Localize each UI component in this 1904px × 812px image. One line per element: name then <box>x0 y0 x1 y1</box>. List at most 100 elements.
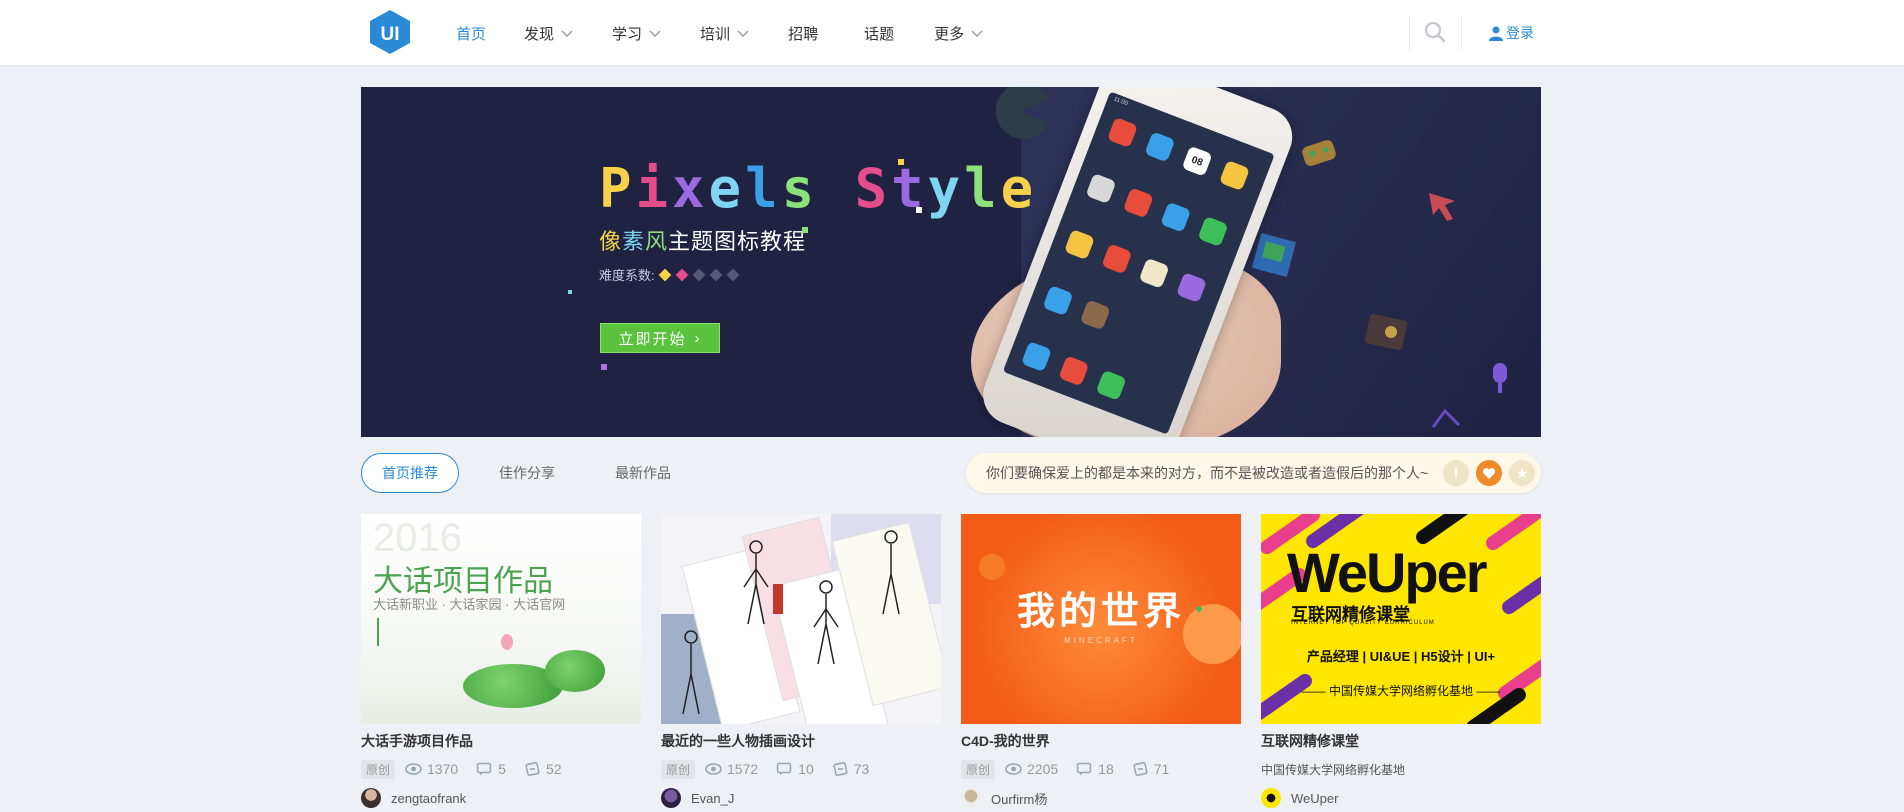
figure-sketches <box>682 530 900 715</box>
like-icon <box>1133 762 1148 776</box>
tab-recommended[interactable]: 首页推荐 <box>361 453 459 493</box>
search-icon[interactable] <box>1423 20 1447 44</box>
work-title[interactable]: 大话手游项目作品 <box>361 731 641 751</box>
like-icon <box>833 762 848 776</box>
thumb-topics: 产品经理 | UI&UE | H5设计 | UI+ <box>1306 649 1496 664</box>
cursor-arrow-icon <box>1429 193 1455 221</box>
work-author[interactable]: zengtaofrank <box>361 788 641 808</box>
work-author[interactable]: Ourfirm杨 <box>961 788 1241 808</box>
subtitle-char: 风 <box>645 229 669 254</box>
work-title[interactable]: C4D-我的世界 <box>961 731 1241 751</box>
game-icon <box>1063 229 1095 261</box>
dial-icon <box>1020 341 1052 373</box>
title-letter: s <box>781 157 819 220</box>
work-card[interactable]: 最近的一些人物插画设计 原创 1572 10 73 Evan_J <box>661 514 941 808</box>
login-button[interactable]: 登录 <box>1489 23 1534 43</box>
view-count: 1370 <box>427 761 459 777</box>
map-icon <box>1042 285 1074 317</box>
nav-item-training[interactable]: 培训 <box>700 23 750 44</box>
work-card[interactable]: WeUper 互联网精修课堂 INTERNET TOP QUALITY CURR… <box>1261 514 1541 808</box>
chevron-down-icon <box>561 30 573 37</box>
email-icon <box>1218 160 1251 192</box>
subtitle-char: 像 <box>599 229 623 254</box>
pixel-decoration <box>802 227 808 233</box>
comment-count: 5 <box>498 761 506 777</box>
work-thumbnail[interactable] <box>661 514 941 724</box>
avatar <box>961 788 981 808</box>
nav-item-jobs[interactable]: 招聘 <box>788 23 818 44</box>
work-author[interactable]: Evan_J <box>661 788 941 808</box>
thumb-accent-bar <box>377 618 379 646</box>
work-thumbnail[interactable]: 2016 大话项目作品 大话新职业 · 大话家园 · 大话官网 <box>361 514 641 724</box>
user-icon <box>1489 26 1503 41</box>
radio-icon <box>1079 299 1111 331</box>
lantern-decoration <box>979 554 1005 580</box>
tab-label: 佳作分享 <box>499 465 555 481</box>
difficulty-label: 难度系数: <box>599 268 655 283</box>
banner-title: Pixels Style <box>599 157 1037 220</box>
notes-icon <box>1138 257 1170 289</box>
notice-bar: 你们要确保爱上的都是本来的对方，而不是被改造或者造假后的那个人~ ! ★ <box>966 453 1541 493</box>
work-card[interactable]: 我的世界 MINECRAFT C4D-我的世界 原创 2205 18 71 Ou… <box>961 514 1241 808</box>
tab-featured[interactable]: 佳作分享 <box>479 453 575 493</box>
stripe-decoration <box>1483 514 1541 553</box>
header-divider <box>1409 16 1410 50</box>
like-count: 71 <box>1153 761 1170 777</box>
logo-icon[interactable]: UI <box>369 9 411 55</box>
hero-banner[interactable]: Pixels Style 像素风主题图标教程 难度系数: 立即开始 › 11:0… <box>361 87 1541 437</box>
signal-icon <box>1431 408 1461 428</box>
work-description-row: 中国传媒大学网络孵化基地 <box>1261 760 1541 778</box>
star-icon[interactable]: ★ <box>1509 460 1535 486</box>
thumb-caption: MINECRAFT <box>1064 636 1138 645</box>
view-count: 1572 <box>727 761 759 777</box>
start-button-label: 立即开始 <box>618 330 687 348</box>
lotus-leaf <box>545 650 605 692</box>
nav-item-learn[interactable]: 学习 <box>612 23 662 44</box>
thumb-caption: 大话新职业 · 大话家园 · 大话官网 <box>373 597 566 612</box>
difficulty-dots <box>658 268 744 281</box>
work-title[interactable]: 最近的一些人物插画设计 <box>661 731 941 751</box>
work-card[interactable]: 2016 大话项目作品 大话新职业 · 大话家园 · 大话官网 大话手游项目作品… <box>361 514 641 808</box>
work-author[interactable]: WeUper <box>1261 788 1541 808</box>
comment-count: 10 <box>798 761 814 777</box>
folder-icon <box>1144 131 1176 163</box>
nav-item-topics[interactable]: 话题 <box>864 23 894 44</box>
nav-label: 招聘 <box>788 25 819 43</box>
author-name: Ourfirm杨 <box>991 791 1048 807</box>
nav-item-more[interactable]: 更多 <box>934 23 984 44</box>
comment-icon <box>1076 762 1092 776</box>
nav-label: 培训 <box>700 25 731 43</box>
avatar <box>661 788 681 808</box>
message-icon <box>1095 369 1127 401</box>
comment-count: 18 <box>1098 761 1114 777</box>
comment-icon <box>476 762 492 776</box>
alert-icon[interactable]: ! <box>1443 460 1469 486</box>
subtitle-text: 主题图标教程 <box>668 229 807 254</box>
tab-label: 首页推荐 <box>382 465 438 481</box>
notice-actions: ! ★ <box>1436 460 1535 486</box>
author-name: Evan_J <box>691 790 735 806</box>
tab-latest[interactable]: 最新作品 <box>595 453 691 493</box>
thumb-year: 2016 <box>373 516 462 560</box>
title-letter: t <box>891 157 928 220</box>
recording-icon <box>1175 272 1207 304</box>
chevron-down-icon <box>649 30 661 37</box>
thumb-footer: —— 中国传媒大学网络孵化基地 —— <box>1301 684 1501 698</box>
nav-item-home[interactable]: 首页 <box>456 23 486 44</box>
tools-icon <box>1085 173 1117 205</box>
view-count: 2205 <box>1027 761 1059 777</box>
nav-item-discover[interactable]: 发现 <box>524 23 574 44</box>
calendar-icon: 08 <box>1181 145 1213 177</box>
work-thumbnail[interactable]: WeUper 互联网精修课堂 INTERNET TOP QUALITY CURR… <box>1261 514 1541 724</box>
start-button[interactable]: 立即开始 › <box>600 323 720 353</box>
work-stats: 原创 1370 5 52 <box>361 759 641 779</box>
title-letter: y <box>927 157 965 220</box>
nav-label: 学习 <box>612 25 643 43</box>
work-thumbnail[interactable]: 我的世界 MINECRAFT <box>961 514 1241 724</box>
work-title[interactable]: 互联网精修课堂 <box>1261 731 1541 751</box>
heart-icon[interactable] <box>1476 460 1502 486</box>
author-name: zengtaofrank <box>391 790 467 806</box>
content-tabs: 首页推荐 佳作分享 最新作品 <box>361 453 697 493</box>
nav-label: 话题 <box>864 25 895 43</box>
comment-icon <box>776 762 792 776</box>
